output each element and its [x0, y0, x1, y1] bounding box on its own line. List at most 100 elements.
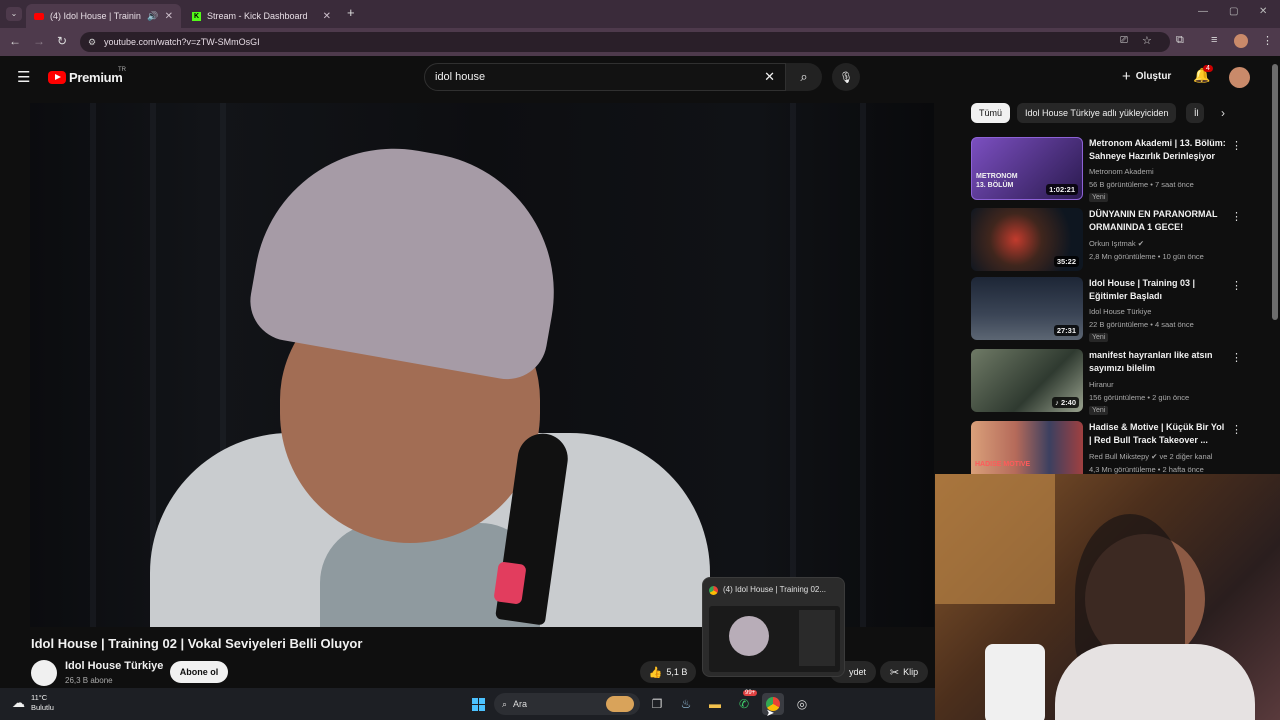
recommendation-item[interactable]: METRONOM 13. BÖLÜM 1:02:21 Metronom Akad…	[971, 137, 1251, 202]
more-options-icon[interactable]: ⋮	[1231, 139, 1242, 152]
taskbar-search[interactable]: ⌕ Ara	[494, 693, 640, 715]
webcam-wall-light	[935, 474, 1055, 604]
channel-avatar[interactable]	[31, 660, 57, 686]
video-thumbnail[interactable]: 35:22	[971, 208, 1083, 271]
recommendation-meta: 2,8 Mn görüntüleme • 10 gün önce	[1089, 252, 1204, 261]
back-icon[interactable]: ←	[9, 34, 21, 48]
weather-temp: 11°C	[31, 693, 48, 702]
webcam-overlay	[935, 474, 1280, 720]
search-icon: ⌕	[502, 698, 508, 709]
weather-widget[interactable]: ☁ 11°C Bulutlu	[12, 693, 54, 713]
hamburger-menu-icon[interactable]: ☰	[17, 68, 30, 86]
recommendation-item[interactable]: 35:22 DÜNYANIN EN PARANORMAL ORMANINDA 1…	[971, 208, 1251, 272]
cloud-icon: ☁	[12, 695, 25, 710]
task-view-icon[interactable]: ❐	[646, 693, 668, 715]
video-title: Idol House | Training 02 | Vokal Seviyel…	[31, 636, 363, 651]
recommendation-meta: 22 B görüntüleme • 4 saat önce	[1089, 320, 1194, 329]
duration-badge: 35:22	[1053, 256, 1079, 267]
obs-icon[interactable]: ◎	[791, 693, 813, 715]
like-count: 5,1 B	[666, 667, 688, 677]
notification-count-badge: 4	[1203, 65, 1213, 72]
voice-search-button[interactable]: 🎙	[832, 63, 860, 91]
new-badge: Yeni	[1089, 406, 1109, 415]
extensions-icon[interactable]: ⧉	[1176, 34, 1184, 47]
thumbnail-label: METRONOM 13. BÖLÜM	[976, 173, 1018, 189]
browser-menu-icon[interactable]: ⋮	[1262, 34, 1273, 47]
whatsapp-badge: 99+	[743, 690, 758, 696]
restore-icon[interactable]: ▢	[1229, 6, 1238, 17]
steam-icon[interactable]: ♨	[675, 693, 697, 715]
bookmark-star-icon[interactable]: ☆	[1142, 34, 1152, 47]
taskbar-window-preview[interactable]: (4) Idol House | Training 02...	[702, 577, 845, 677]
recommendation-item[interactable]: 27:31 Idol House | Training 03 | Eğitiml…	[971, 277, 1251, 342]
subscribe-button[interactable]: Abone ol	[170, 661, 228, 683]
video-thumbnail[interactable]: ♪ 2:40	[971, 349, 1083, 412]
recommendation-meta: 4,3 Mn görüntüleme • 2 hafta önce	[1089, 465, 1204, 474]
close-tab-icon[interactable]: ✕	[323, 11, 331, 22]
site-info-icon[interactable]: ⚙	[88, 37, 96, 48]
microphone-ring	[493, 561, 527, 605]
tab-title: (4) Idol House | Training 02	[50, 11, 141, 21]
search-icon: ⌕	[800, 69, 808, 84]
more-options-icon[interactable]: ⋮	[1231, 423, 1242, 436]
close-window-icon[interactable]: ✕	[1259, 6, 1267, 17]
clip-button[interactable]: ✂ Klip	[880, 661, 928, 683]
webcam-shirt	[1055, 644, 1255, 720]
create-button[interactable]: + Oluştur	[1122, 68, 1171, 85]
account-avatar[interactable]	[1229, 67, 1250, 88]
minimize-icon[interactable]: —	[1198, 6, 1208, 17]
curtain-fold	[790, 103, 796, 627]
like-button[interactable]: 👍 5,1 B	[640, 661, 696, 683]
cast-icon[interactable]: ⎚	[1120, 35, 1128, 46]
duration-badge: 27:31	[1053, 325, 1079, 336]
youtube-logo[interactable]: Premium	[48, 70, 123, 85]
windows-start-icon[interactable]	[467, 693, 489, 715]
thumbs-up-icon: 👍	[648, 666, 663, 679]
page-scrollbar[interactable]	[1272, 64, 1278, 320]
chip-related[interactable]: İl	[1186, 103, 1204, 123]
more-options-icon[interactable]: ⋮	[1231, 351, 1242, 364]
new-badge: Yeni	[1089, 193, 1109, 202]
recommendation-meta: 56 B görüntüleme • 7 saat önce	[1089, 180, 1194, 189]
recommendation-title: Idol House | Training 03 | Eğitimler Baş…	[1089, 278, 1196, 301]
recommendation-title: Metronom Akademi | 13. Bölüm: Sahneye Ha…	[1089, 138, 1226, 161]
tab-kick[interactable]: K Stream - Kick Dashboard ✕	[184, 4, 339, 28]
chip-from-uploader[interactable]: Idol House Türkiye adlı yükleyiciden	[1017, 103, 1177, 123]
tab-title: Stream - Kick Dashboard	[207, 11, 308, 21]
recommendation-channel: Idol House Türkiye	[1089, 307, 1152, 316]
profile-avatar[interactable]	[1234, 34, 1248, 48]
browser-tab-bar: ⌄ (4) Idol House | Training 02 🔊 ✕ K Str…	[0, 0, 1280, 28]
shorts-icon: ♪	[1055, 398, 1059, 407]
youtube-favicon-icon	[34, 12, 44, 20]
video-thumbnail[interactable]: 27:31	[971, 277, 1083, 340]
file-explorer-icon[interactable]: ▬	[704, 693, 726, 715]
clear-search-icon[interactable]: ✕	[764, 69, 775, 85]
recommendation-channel: Hiranur	[1089, 380, 1114, 389]
recommendation-channel: Red Bull Mikstepy ✔ ve 2 diğer kanal	[1089, 452, 1213, 461]
url-text: youtube.com/watch?v=zTW-SMmOsGI	[104, 37, 260, 47]
more-options-icon[interactable]: ⋮	[1231, 279, 1242, 292]
close-tab-icon[interactable]: ✕	[165, 11, 173, 22]
subscriber-count: 26,3 B abone	[65, 676, 113, 685]
notifications-button[interactable]: 🔔 4	[1193, 65, 1213, 85]
address-bar[interactable]: ⚙ youtube.com/watch?v=zTW-SMmOsGI	[80, 32, 1170, 52]
whatsapp-icon[interactable]: ✆ 99+	[733, 690, 758, 715]
reload-icon[interactable]: ↻	[57, 34, 67, 48]
forward-icon[interactable]: →	[33, 34, 45, 48]
search-button[interactable]: ⌕	[786, 63, 822, 91]
more-options-icon[interactable]: ⋮	[1231, 210, 1242, 223]
reading-list-icon[interactable]: ≡	[1211, 34, 1217, 46]
channel-name[interactable]: Idol House Türkiye	[65, 660, 163, 672]
new-tab-button[interactable]: +	[347, 5, 355, 20]
speaker-icon[interactable]: 🔊	[147, 11, 158, 22]
tab-list-chevron-icon[interactable]: ⌄	[6, 7, 22, 21]
chip-all[interactable]: Tümü	[971, 103, 1011, 123]
chip-scroll-right-icon[interactable]: ›	[1214, 106, 1232, 124]
new-badge: Yeni	[1089, 333, 1109, 342]
video-player[interactable]	[30, 103, 934, 627]
tab-youtube[interactable]: (4) Idol House | Training 02 🔊 ✕	[26, 4, 181, 28]
thumbnail-label: HADISE MOTIVE	[975, 461, 1031, 468]
search-input[interactable]: idol house ✕	[424, 63, 786, 91]
video-thumbnail[interactable]: METRONOM 13. BÖLÜM 1:02:21	[971, 137, 1083, 200]
recommendation-item[interactable]: ♪ 2:40 manifest hayranları like atsın sa…	[971, 349, 1251, 415]
